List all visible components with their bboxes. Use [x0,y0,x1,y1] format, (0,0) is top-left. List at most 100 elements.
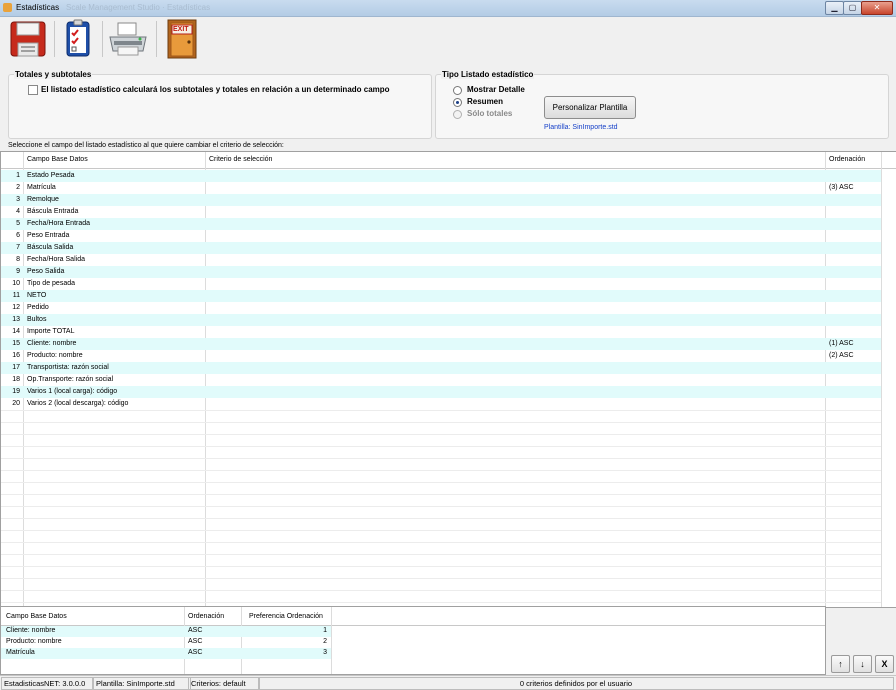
sort-field-cell: Producto: nombre [6,638,62,645]
order-cell: (1) ASC [829,340,854,347]
table-row[interactable]: 16 Producto: nombre (2) ASC [1,350,881,362]
field-cell: Transportista: razón social [27,364,109,371]
row-number: 3 [16,196,20,203]
sort-field-cell: Cliente: nombre [6,627,56,634]
row-number: 18 [12,376,20,383]
sort-row[interactable]: Matrícula ASC 3 [1,648,331,659]
table-row[interactable]: 3 Remolque [1,194,881,206]
print-button[interactable] [106,19,147,59]
row-number: 10 [12,280,20,287]
template-link[interactable]: Plantilla: SinImporte.std [544,124,618,131]
table-row[interactable]: 8 Fecha/Hora Salida [1,254,881,266]
field-cell: Varios 2 (local descarga): código [27,400,129,407]
table-row[interactable]: 4 Báscula Entrada [1,206,881,218]
exit-label: EXIT [173,26,189,33]
subtotals-checkbox[interactable] [28,85,38,95]
app-icon [3,3,12,12]
radio-show-detail[interactable] [453,86,462,95]
table-row[interactable]: 18 Op.Transporte: razón social [1,374,881,386]
table-row[interactable]: 14 Importe TOTAL [1,326,881,338]
field-cell: Tipo de pesada [27,280,75,287]
empty-row [1,566,881,578]
criteria-grid[interactable]: Campo Base Datos Criterio de selección O… [0,151,896,608]
sort-order-cell: ASC [188,649,203,656]
status-bar: EstadisticasNET: 3.0.0.0 Plantilla: SinI… [0,675,896,690]
field-cell: Varios 1 (local carga): código [27,388,118,395]
sort-header-order[interactable]: Ordenación [188,613,224,620]
empty-row [1,530,881,542]
field-cell: Peso Salida [27,268,65,275]
row-number: 11 [12,292,20,299]
table-row[interactable]: 17 Transportista: razón social [1,362,881,374]
close-button[interactable]: ✕ [861,1,893,15]
empty-row [1,554,881,566]
table-row[interactable]: 11 NETO [1,290,881,302]
minimize-button[interactable]: ▁ [825,1,844,15]
toolbar: EXIT [0,17,896,63]
table-row[interactable]: 10 Tipo de pesada [1,278,881,290]
empty-row [1,482,881,494]
table-row[interactable]: 5 Fecha/Hora Entrada [1,218,881,230]
window-title: Estadísticas [16,3,60,12]
sort-preference-cell: 3 [323,649,327,656]
table-row[interactable]: 19 Varios 1 (local carga): código [1,386,881,398]
customize-template-button[interactable]: Personalizar Plantilla [544,96,636,119]
row-number: 12 [12,304,20,311]
radio-summary[interactable] [453,98,462,107]
save-button[interactable] [8,19,48,59]
checklist-button[interactable] [58,19,98,59]
sort-order-grid[interactable]: Campo Base Datos Ordenación Preferencia … [0,606,826,675]
totals-group [8,74,432,139]
field-cell: Fecha/Hora Salida [27,256,85,263]
field-cell: Pedido [27,304,49,311]
sort-preference-cell: 1 [323,627,327,634]
field-cell: Producto: nombre [27,352,83,359]
empty-row [1,470,881,482]
table-row[interactable]: 20 Varios 2 (local descarga): código [1,398,881,410]
row-number: 1 [16,172,20,179]
totals-group-title: Totales y subtotales [14,70,93,79]
table-row[interactable]: 13 Bultos [1,314,881,326]
row-number: 15 [12,340,20,347]
toolbar-separator [156,21,157,57]
subtotals-checkbox-label: El listado estadístico calculará los sub… [41,85,390,94]
table-row[interactable]: 7 Báscula Salida [1,242,881,254]
row-number: 19 [12,388,20,395]
row-number: 16 [12,352,20,359]
table-row[interactable]: 6 Peso Entrada [1,230,881,242]
sort-header-preference[interactable]: Preferencia Ordenación [249,613,323,620]
sort-grid-divider [331,607,332,674]
empty-row [1,410,881,422]
move-up-button[interactable]: ↑ [831,655,850,673]
table-row[interactable]: 15 Cliente: nombre (1) ASC [1,338,881,350]
radio-totals-only[interactable] [453,110,462,119]
table-row[interactable]: 1 Estado Pesada [1,170,881,182]
table-row[interactable]: 2 Matrícula (3) ASC [1,182,881,194]
field-cell: Báscula Entrada [27,208,79,215]
empty-row [1,434,881,446]
table-row[interactable]: 12 Pedido [1,302,881,314]
sort-header-field[interactable]: Campo Base Datos [6,613,67,620]
instruction-label: Seleccione el campo del listado estadíst… [8,142,284,149]
move-down-button[interactable]: ↓ [853,655,872,673]
sort-order-cell: ASC [188,627,203,634]
exit-button[interactable]: EXIT [162,19,202,59]
row-number: 7 [16,244,20,251]
row-number: 2 [16,184,20,191]
field-cell: Matrícula [27,184,56,191]
status-criteria: Criterios: default [188,677,260,690]
radio-summary-label: Resumen [467,97,504,106]
sort-row[interactable]: Cliente: nombre ASC 1 [1,626,331,637]
column-header-criteria[interactable]: Criterio de selección [209,156,272,163]
empty-row [1,446,881,458]
empty-row [1,422,881,434]
table-row[interactable]: 9 Peso Salida [1,266,881,278]
criteria-grid-header: Campo Base Datos Criterio de selección O… [1,152,896,169]
column-header-order[interactable]: Ordenación [829,156,865,163]
column-header-field[interactable]: Campo Base Datos [27,156,88,163]
maximize-button[interactable]: ▢ [843,1,862,15]
order-cell: (2) ASC [829,352,854,359]
field-cell: Importe TOTAL [27,328,75,335]
sort-row[interactable]: Producto: nombre ASC 2 [1,637,331,648]
remove-sort-button[interactable]: X [875,655,894,673]
